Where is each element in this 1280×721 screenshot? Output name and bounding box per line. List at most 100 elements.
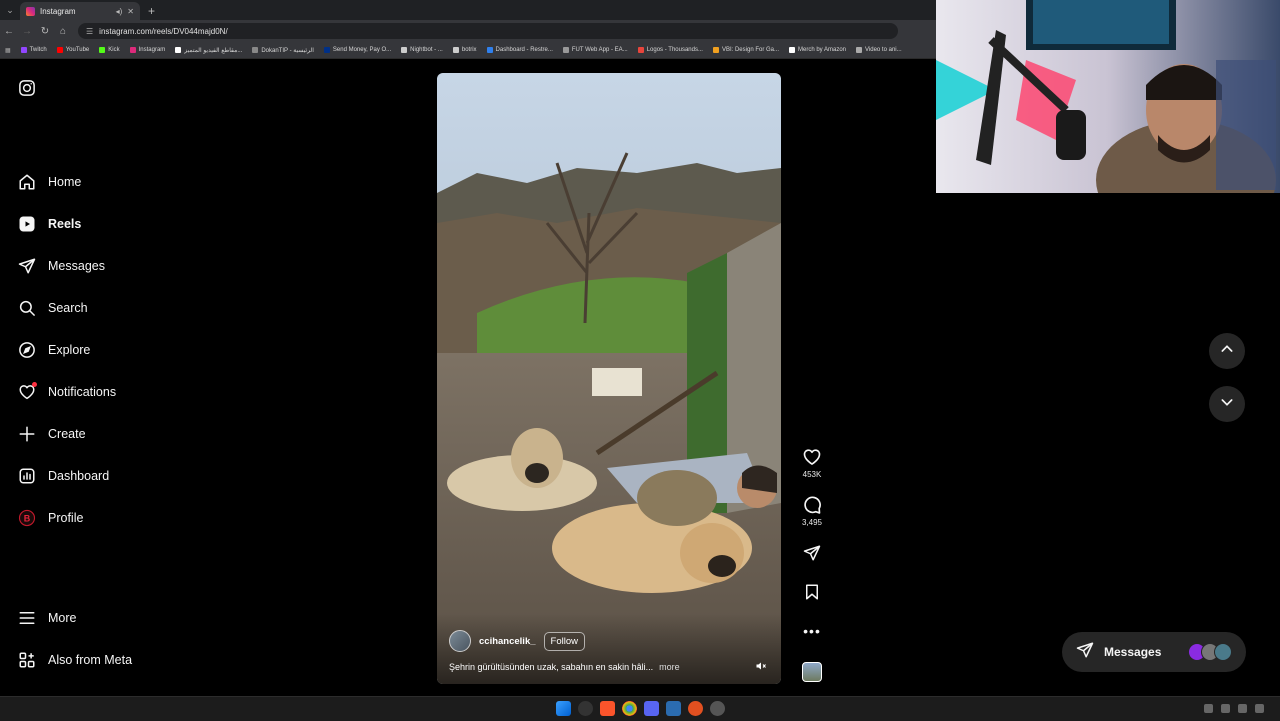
bookmark-item[interactable]: Nightbot - ... xyxy=(396,47,448,53)
bookmark-favicon-icon xyxy=(175,47,182,53)
explore-icon xyxy=(18,341,36,359)
bookmark-item[interactable]: Video to ani... xyxy=(851,47,907,53)
like-action: 453K xyxy=(800,447,824,479)
site-info-icon[interactable]: ☰ xyxy=(86,27,93,36)
audio-thumbnail[interactable] xyxy=(802,662,822,682)
bookmark-favicon-icon xyxy=(401,47,408,53)
sidebar-item-label: Dashboard xyxy=(48,469,110,483)
author-username[interactable]: ccihancelik_ xyxy=(479,636,536,647)
brave-browser-icon[interactable] xyxy=(600,701,615,716)
sidebar-item-dashboard[interactable]: Dashboard xyxy=(18,467,109,485)
bookmark-item[interactable]: DokanTIP - الرئيسية xyxy=(247,47,319,54)
bookmark-item[interactable]: Dashboard - Restre... xyxy=(482,47,558,53)
clock[interactable] xyxy=(1272,700,1274,716)
avatar xyxy=(1214,643,1232,661)
bookmark-item[interactable]: مقاطع الفيديو المتميز... xyxy=(170,47,247,54)
bookmark-item[interactable]: YouTube xyxy=(52,47,95,53)
sidebar-item-more[interactable]: More xyxy=(18,609,76,627)
tray-chevron-icon[interactable] xyxy=(1204,703,1214,713)
meta-apps-icon xyxy=(18,651,36,669)
bookmark-label: Twitch xyxy=(29,47,47,53)
home-icon xyxy=(18,173,36,191)
share-action xyxy=(800,544,824,562)
battery-icon[interactable] xyxy=(1255,703,1265,713)
messages-icon xyxy=(1076,641,1094,664)
sidebar-item-messages[interactable]: Messages xyxy=(18,257,105,275)
menu-icon xyxy=(18,609,36,627)
address-bar[interactable]: ☰ instagram.com/reels/DV044majd0N/ xyxy=(78,23,898,39)
sidebar-item-label: Messages xyxy=(48,259,105,273)
sidebar-item-notifications[interactable]: Notifications xyxy=(18,382,117,401)
like-heart-icon[interactable] xyxy=(802,447,822,467)
sidebar-item-label: Also from Meta xyxy=(48,653,133,667)
reload-icon[interactable]: ↻ xyxy=(36,26,54,37)
bookmark-label: Video to ani... xyxy=(865,47,902,53)
sidebar-item-label: Create xyxy=(48,427,86,441)
follow-button[interactable]: Follow xyxy=(543,631,585,651)
tab-list-chevron-icon[interactable]: ⌄ xyxy=(0,0,20,20)
bookmark-item[interactable]: botrix xyxy=(448,47,482,53)
bookmark-favicon-icon xyxy=(452,47,459,53)
search-icon[interactable] xyxy=(578,701,593,716)
comment-icon[interactable] xyxy=(802,495,822,515)
volume-icon[interactable] xyxy=(1238,703,1248,713)
more-options-icon[interactable]: ••• xyxy=(803,623,821,639)
sidebar-item-profile[interactable]: B Profile xyxy=(18,509,83,527)
webcam-overlay xyxy=(936,0,1280,193)
message-avatars xyxy=(1188,643,1232,661)
discord-icon[interactable] xyxy=(644,701,659,716)
bookmark-icon[interactable] xyxy=(803,583,821,601)
bookmark-item[interactable]: Merch by Amazon xyxy=(784,47,851,53)
bookmark-item[interactable]: Kick xyxy=(94,47,124,53)
webcam-feed xyxy=(936,0,1280,193)
home-button-icon[interactable]: ⌂ xyxy=(54,26,72,37)
forward-arrow-icon[interactable]: → xyxy=(18,26,36,37)
bookmark-item[interactable]: Instagram xyxy=(125,47,171,53)
share-icon[interactable] xyxy=(803,544,821,562)
sidebar-item-create[interactable]: Create xyxy=(18,425,86,443)
apps-grid-icon[interactable]: ▦ xyxy=(0,47,16,54)
back-arrow-icon[interactable]: ← xyxy=(0,26,18,37)
teams-icon[interactable] xyxy=(666,701,681,716)
sidebar-item-search[interactable]: Search xyxy=(18,299,88,317)
save-action xyxy=(800,583,824,601)
sidebar-item-label: Profile xyxy=(48,511,84,525)
dashboard-icon xyxy=(18,467,36,485)
messages-pill[interactable]: Messages xyxy=(1062,632,1246,672)
heart-icon xyxy=(18,382,37,401)
sidebar-item-home[interactable]: Home xyxy=(18,173,81,191)
chrome-icon[interactable] xyxy=(622,701,637,716)
bookmark-favicon-icon xyxy=(789,47,795,53)
bookmark-item[interactable]: VBI: Design For Ga... xyxy=(708,47,784,53)
reel-video[interactable]: ccihancelik_ Follow Şehrin gürültüsünden… xyxy=(437,73,781,684)
windows-start-icon[interactable] xyxy=(556,701,571,716)
tab-audio-icon[interactable]: ◂) xyxy=(116,7,123,16)
next-reel-button[interactable] xyxy=(1209,386,1245,422)
sidebar-item-also-from-meta[interactable]: Also from Meta xyxy=(18,651,132,669)
author-avatar[interactable] xyxy=(449,630,471,652)
mute-icon[interactable] xyxy=(753,658,769,674)
sidebar-item-explore[interactable]: Explore xyxy=(18,341,90,359)
settings-gear-icon[interactable] xyxy=(710,701,725,716)
chevron-down-icon xyxy=(1219,394,1235,415)
taskbar xyxy=(0,696,1280,721)
caption-more-link[interactable]: more xyxy=(659,662,680,672)
svg-text:B: B xyxy=(24,513,31,523)
browser-tab-instagram[interactable]: Instagram ◂) ✕ xyxy=(20,2,140,20)
bookmark-label: Dashboard - Restre... xyxy=(495,47,553,53)
bookmark-label: YouTube xyxy=(65,47,90,53)
bookmark-item[interactable]: Twitch xyxy=(16,47,52,53)
sidebar-item-reels[interactable]: Reels xyxy=(18,215,81,233)
sidebar-item-label: Notifications xyxy=(48,385,117,399)
tab-close-icon[interactable]: ✕ xyxy=(127,7,134,16)
network-icon[interactable] xyxy=(1221,703,1231,713)
new-tab-button[interactable]: + xyxy=(140,2,163,20)
previous-reel-button[interactable] xyxy=(1209,333,1245,369)
recorder-icon[interactable] xyxy=(688,701,703,716)
instagram-logo-icon[interactable] xyxy=(18,79,36,97)
bookmark-label: FUT Web App - EA... xyxy=(571,47,628,53)
bookmark-favicon-icon xyxy=(252,47,259,53)
bookmark-item[interactable]: Logos - Thousands... xyxy=(633,47,708,53)
bookmark-item[interactable]: Send Money, Pay O... xyxy=(319,47,396,53)
bookmark-item[interactable]: FUT Web App - EA... xyxy=(558,47,633,53)
